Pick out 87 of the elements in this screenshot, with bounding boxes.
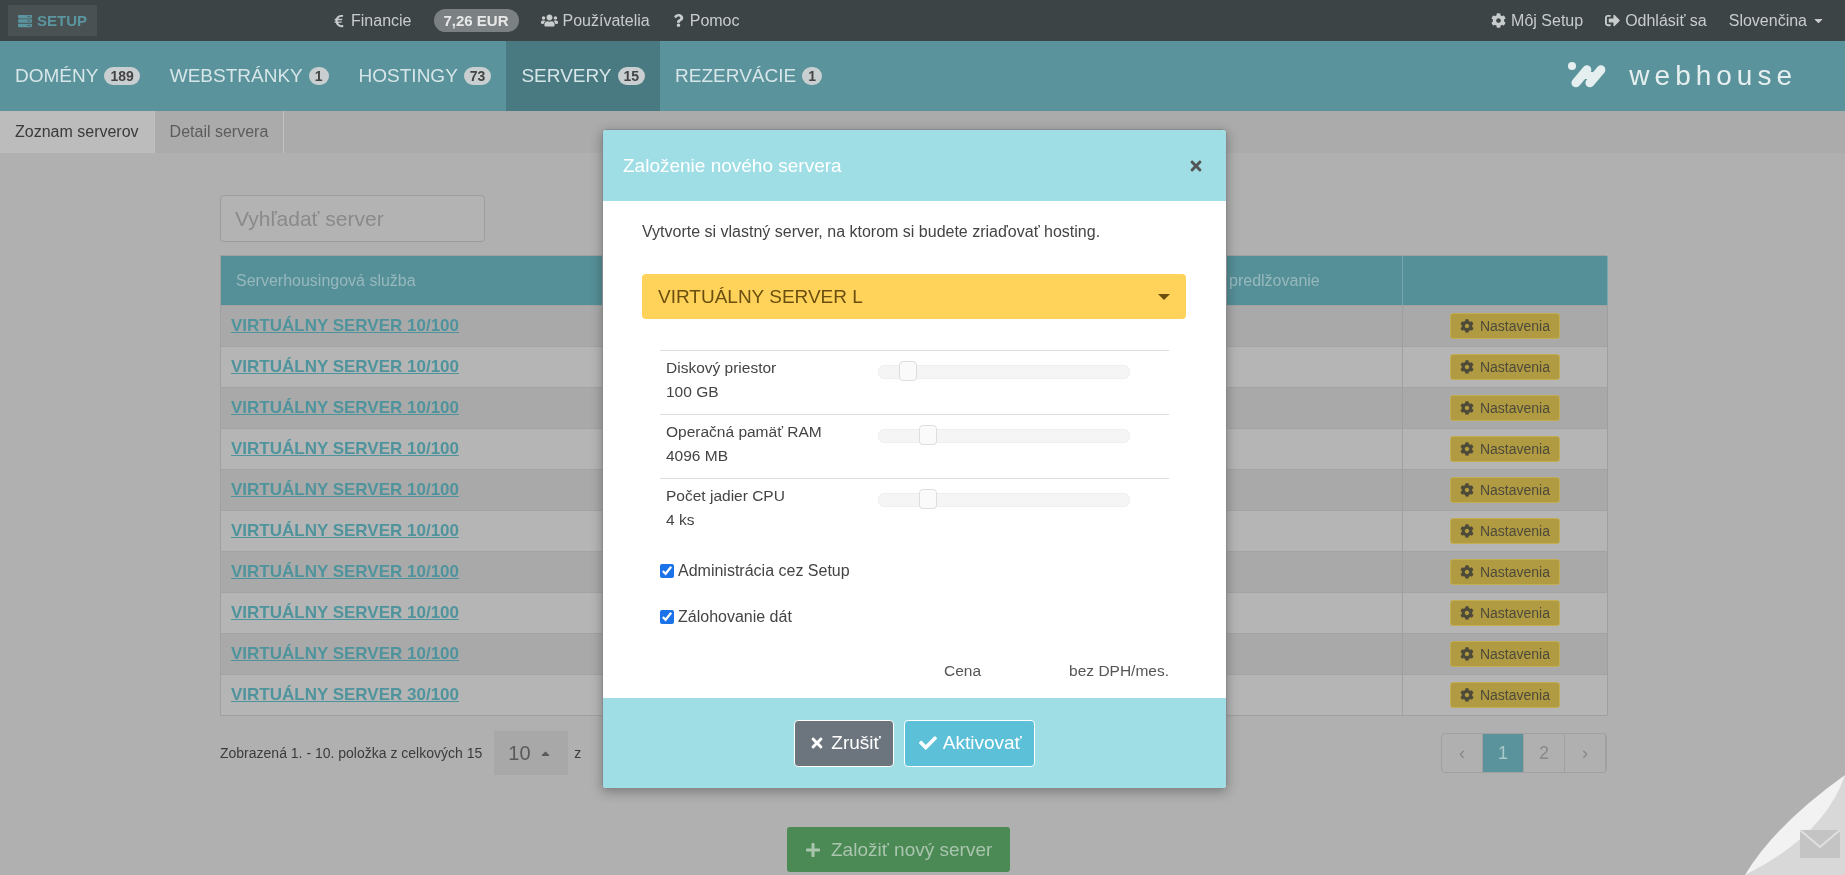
create-server-button[interactable]: Založiť nový server: [787, 827, 1011, 872]
tab-label: SERVERY: [521, 65, 612, 87]
check-icon: [918, 734, 937, 752]
settings-button[interactable]: Nastavenia: [1449, 518, 1560, 544]
slider-label: Počet jadier CPU: [666, 487, 786, 505]
nav-tab[interactable]: DOMÉNY 189: [0, 41, 155, 111]
nav-tab[interactable]: REZERVÁCIE 1: [660, 41, 837, 111]
tab-label: WEBSTRÁNKY: [169, 65, 303, 87]
count-badge: 1: [802, 67, 822, 85]
slider-label: Operačná pamäť RAM: [666, 423, 823, 441]
dialog-description: Vytvorte si vlastný server, na ktorom si budete zriaďovať hosting.: [642, 223, 1102, 241]
euro-icon: [332, 13, 346, 28]
price-label: Cena: [944, 662, 982, 680]
count-badge: 189: [104, 67, 140, 85]
top-nav-link[interactable]: Financie: [332, 11, 412, 30]
language-dropdown[interactable]: Slovenčina: [1728, 11, 1825, 30]
settings-icon: [1459, 524, 1474, 538]
brand-logo[interactable]: SETUP: [8, 5, 97, 36]
settings-button[interactable]: Nastavenia: [1449, 436, 1560, 462]
settings-button[interactable]: Nastavenia: [1449, 641, 1560, 667]
sub-tab[interactable]: Zoznam serverov: [0, 111, 155, 153]
count-badge: 1: [308, 67, 329, 85]
page-size-label: z: [574, 745, 582, 761]
settings-button[interactable]: Nastavenia: [1449, 477, 1560, 503]
top-nav-link[interactable]: Môj Setup: [1491, 11, 1584, 30]
caret-icon: [1158, 293, 1170, 300]
settings-icon: [1459, 688, 1474, 702]
count-badge: 15: [617, 67, 646, 85]
settings-icon: [1459, 442, 1474, 456]
settings-icon: [1491, 13, 1507, 28]
pagination-info: Zobrazená 1. - 10. položka z celkových 15: [220, 745, 483, 761]
service-link[interactable]: VIRTUÁLNY SERVER 30/100: [231, 685, 459, 705]
slider-value: 4096 MB: [666, 447, 730, 465]
top-nav-link[interactable]: Odhlásiť sa: [1605, 11, 1707, 30]
nav-tab[interactable]: WEBSTRÁNKY 1: [154, 41, 344, 111]
price-unit: bez DPH/mes.: [1069, 662, 1169, 680]
settings-button[interactable]: Nastavenia: [1449, 682, 1560, 708]
nav-tab[interactable]: HOSTINGY 73: [343, 41, 507, 111]
page-button[interactable]: ›: [1565, 734, 1606, 772]
slider-value: 4 ks: [666, 511, 696, 529]
checkbox[interactable]: [660, 564, 674, 578]
users-icon: [540, 12, 558, 29]
settings-icon: [1459, 319, 1474, 333]
slider-thumb[interactable]: [919, 425, 937, 445]
cancel-button[interactable]: Zrušiť: [794, 719, 894, 767]
count-badge: 73: [463, 67, 492, 85]
sign-out-icon: [1605, 13, 1621, 28]
page-size-select[interactable]: 10: [494, 731, 569, 775]
tab-label: DOMÉNY: [15, 65, 99, 87]
top-nav-link[interactable]: Používatelia: [540, 11, 650, 30]
settings-icon: [1459, 483, 1474, 497]
brand-name: SETUP: [37, 12, 87, 29]
settings-button[interactable]: Nastavenia: [1449, 354, 1560, 380]
settings-icon: [1459, 606, 1474, 620]
slider-value: 100 GB: [666, 383, 720, 401]
checkbox-label: Administrácia cez Setup: [678, 562, 850, 580]
slider-thumb[interactable]: [899, 361, 917, 381]
activate-button[interactable]: Aktivovať: [903, 719, 1035, 767]
server-type-select[interactable]: VIRTUÁLNY SERVER L: [642, 274, 1186, 319]
settings-button[interactable]: Nastavenia: [1449, 559, 1560, 585]
settings-icon: [1459, 565, 1474, 579]
service-link[interactable]: VIRTUÁLNY SERVER 10/100: [231, 521, 459, 541]
settings-button[interactable]: Nastavenia: [1449, 600, 1560, 626]
service-link[interactable]: VIRTUÁLNY SERVER 10/100: [231, 357, 459, 377]
tab-label: REZERVÁCIE: [675, 65, 797, 87]
server-icon: [18, 13, 32, 28]
tab-label: HOSTINGY: [358, 65, 458, 87]
page-button[interactable]: 1: [1483, 734, 1524, 772]
plus-icon: [805, 841, 821, 858]
checkbox-label: Zálohovanie dát: [678, 608, 792, 626]
nav-tab[interactable]: SERVERY 15: [506, 41, 661, 111]
service-link[interactable]: VIRTUÁLNY SERVER 10/100: [231, 439, 459, 459]
service-link[interactable]: VIRTUÁLNY SERVER 10/100: [231, 603, 459, 623]
logo-text: webhouse: [1629, 60, 1797, 92]
settings-button[interactable]: Nastavenia: [1449, 395, 1560, 421]
slider-thumb[interactable]: [919, 489, 937, 509]
checkbox[interactable]: [660, 610, 674, 624]
settings-icon: [1459, 647, 1474, 661]
sub-tab[interactable]: Detail servera: [154, 111, 285, 153]
slider-label: Diskový priestor: [666, 359, 778, 377]
help-icon: [671, 14, 685, 27]
balance-badge: 7,26 EUR: [433, 9, 519, 32]
top-nav-link[interactable]: Pomoc: [671, 11, 740, 30]
dialog-title: Založenie nového servera: [623, 154, 842, 177]
settings-icon: [1459, 401, 1474, 415]
settings-button[interactable]: Nastavenia: [1449, 313, 1560, 339]
settings-icon: [1459, 360, 1474, 374]
